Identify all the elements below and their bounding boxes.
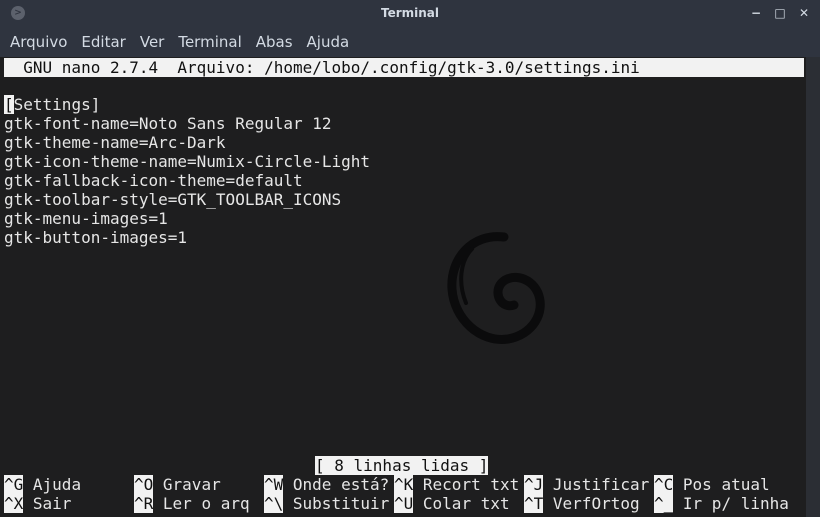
terminal-scrollbar[interactable] [806, 57, 820, 517]
shortcut-label: Recort txt [422, 475, 520, 494]
debian-swirl-logo [447, 232, 545, 344]
shortcut-cut-text[interactable]: ^K Recort txt [394, 475, 524, 494]
menu-editar[interactable]: Editar [75, 33, 133, 51]
window-title: Terminal [380, 6, 440, 20]
menu-bar: Arquivo Editar Ver Terminal Abas Ajuda [0, 26, 820, 57]
file-line-3: gtk-theme-name=Arc-Dark [4, 133, 226, 152]
nano-header: GNU nano 2.7.4 Arquivo: /home/lobo/.conf… [4, 58, 804, 77]
shortcut-key: ^R [134, 494, 154, 513]
file-line-4: gtk-icon-theme-name=Numix-Circle-Light [4, 152, 371, 171]
file-line-8: gtk-button-images=1 [4, 228, 188, 247]
shortcut-bar: ^G Ajuda ^O Gravar ^W Onde está? ^K Reco… [4, 475, 804, 513]
shortcut-key: ^U [394, 494, 414, 513]
shortcut-spell[interactable]: ^T VerfOrtog [524, 494, 654, 513]
menu-abas[interactable]: Abas [250, 33, 301, 51]
menu-ver[interactable]: Ver [134, 33, 173, 51]
shortcut-key: ^G [4, 475, 24, 494]
file-line-2: gtk-font-name=Noto Sans Regular 12 [4, 114, 332, 133]
menu-terminal[interactable]: Terminal [172, 33, 249, 51]
shortcut-go-to-line[interactable]: ^_ Ir p/ linha [654, 494, 804, 513]
shortcut-read-file[interactable]: ^R Ler o arq [134, 494, 264, 513]
shortcut-label: Ajuda [32, 475, 82, 494]
file-line-7: gtk-menu-images=1 [4, 209, 168, 228]
shortcut-replace[interactable]: ^\ Substituir [264, 494, 394, 513]
shortcut-row-2: ^X Sair ^R Ler o arq ^\ Substituir ^U Co… [4, 494, 804, 513]
shortcut-help[interactable]: ^G Ajuda [4, 475, 134, 494]
shortcut-label: Justificar [552, 475, 650, 494]
shortcut-label: Colar txt [422, 494, 510, 513]
shortcut-label: Onde está? [292, 475, 390, 494]
shortcut-justify[interactable]: ^J Justificar [524, 475, 654, 494]
terminal-window: > Terminal − □ ✕ Arquivo Editar Ver Term… [0, 0, 820, 517]
terminal-area[interactable]: GNU nano 2.7.4 Arquivo: /home/lobo/.conf… [0, 57, 806, 517]
shortcut-exit[interactable]: ^X Sair [4, 494, 134, 513]
shortcut-label: Ir p/ linha [682, 494, 789, 513]
shortcut-label: VerfOrtog [552, 494, 640, 513]
shortcut-label: Sair [32, 494, 72, 513]
status-message: [ 8 linhas lidas ] [315, 456, 489, 475]
shortcut-key: ^O [134, 475, 154, 494]
title-bar[interactable]: > Terminal − □ ✕ [0, 0, 820, 26]
menu-arquivo[interactable]: Arquivo [0, 33, 75, 51]
shortcut-uncut-text[interactable]: ^U Colar txt [394, 494, 524, 513]
shortcut-label: Gravar [162, 475, 221, 494]
close-icon[interactable]: ✕ [796, 4, 812, 22]
shortcut-key: ^T [524, 494, 544, 513]
file-content[interactable]: [Settings] gtk-font-name=Noto Sans Regul… [4, 95, 370, 247]
file-line-1-text: Settings] [13, 95, 101, 114]
minimize-icon[interactable]: − [748, 4, 764, 22]
shortcut-key: ^\ [264, 494, 284, 513]
shortcut-key: ^_ [654, 494, 674, 513]
shortcut-label: Ler o arq [162, 494, 250, 513]
file-line-5: gtk-fallback-icon-theme=default [4, 171, 303, 190]
shortcut-key: ^J [524, 475, 544, 494]
window-controls: − □ ✕ [748, 4, 812, 22]
shortcut-row-1: ^G Ajuda ^O Gravar ^W Onde está? ^K Reco… [4, 475, 804, 494]
file-line-1: [Settings] [4, 95, 370, 114]
file-line-6: gtk-toolbar-style=GTK_TOOLBAR_ICONS [4, 190, 342, 209]
shortcut-save[interactable]: ^O Gravar [134, 475, 264, 494]
menu-ajuda[interactable]: Ajuda [301, 33, 358, 51]
shortcut-key: ^X [4, 494, 24, 513]
text-cursor: [ [4, 95, 14, 114]
shortcut-key: ^W [264, 475, 284, 494]
shortcut-where-is[interactable]: ^W Onde está? [264, 475, 394, 494]
shortcut-label: Substituir [292, 494, 390, 513]
terminal-app-icon[interactable]: > [11, 6, 25, 20]
maximize-icon[interactable]: □ [772, 4, 788, 22]
shortcut-label: Pos atual [682, 475, 770, 494]
shortcut-key: ^K [394, 475, 414, 494]
shortcut-cur-pos[interactable]: ^C Pos atual [654, 475, 804, 494]
shortcut-key: ^C [654, 475, 674, 494]
